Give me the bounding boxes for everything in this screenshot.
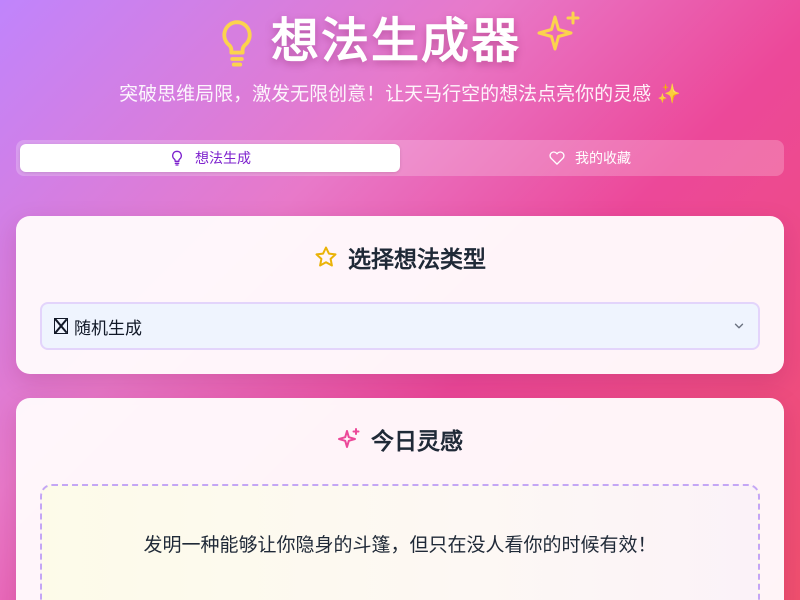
idea-type-select[interactable]: 随机生成 — [40, 302, 760, 350]
sparkle-icon — [338, 428, 360, 448]
dice-icon — [54, 318, 68, 334]
lightbulb-icon — [172, 150, 182, 166]
idea-text: 发明一种能够让你隐身的斗篷，但只在没人看你的时候有效！ — [143, 534, 657, 556]
idea-type-heading: 选择想法类型 — [16, 240, 784, 274]
idea-type-heading-text: 选择想法类型 — [348, 247, 486, 273]
heart-icon — [549, 151, 565, 165]
inspiration-heading-text: 今日灵感 — [371, 429, 463, 455]
tab-favorites-label: 我的收藏 — [575, 151, 631, 167]
inspiration-heading: 今日灵感 — [16, 422, 784, 456]
lightbulb-icon — [222, 20, 252, 67]
subtitle: 突破思维局限，激发无限创意！让天马行空的想法点亮你的灵感 ✨ — [119, 83, 681, 105]
tab-generate[interactable]: 想法生成 — [20, 144, 400, 172]
tab-generate-label: 想法生成 — [195, 151, 251, 167]
inspiration-card: 今日灵感 发明一种能够让你隐身的斗篷，但只在没人看你的时候有效！ — [16, 398, 784, 600]
app-title: 想法生成器 — [270, 13, 521, 69]
star-icon — [315, 246, 337, 267]
tab-bar: 想法生成 我的收藏 — [16, 140, 784, 176]
idea-display: 发明一种能够让你隐身的斗篷，但只在没人看你的时候有效！ — [40, 484, 760, 600]
idea-type-select-value: 随机生成 — [74, 318, 142, 339]
tab-favorites[interactable]: 我的收藏 — [400, 144, 780, 172]
title-row: 想法生成器 — [0, 6, 800, 76]
sparkle-icon — [537, 11, 580, 51]
idea-type-card: 选择想法类型 随机生成 — [16, 216, 784, 374]
chevron-down-icon — [734, 323, 744, 329]
